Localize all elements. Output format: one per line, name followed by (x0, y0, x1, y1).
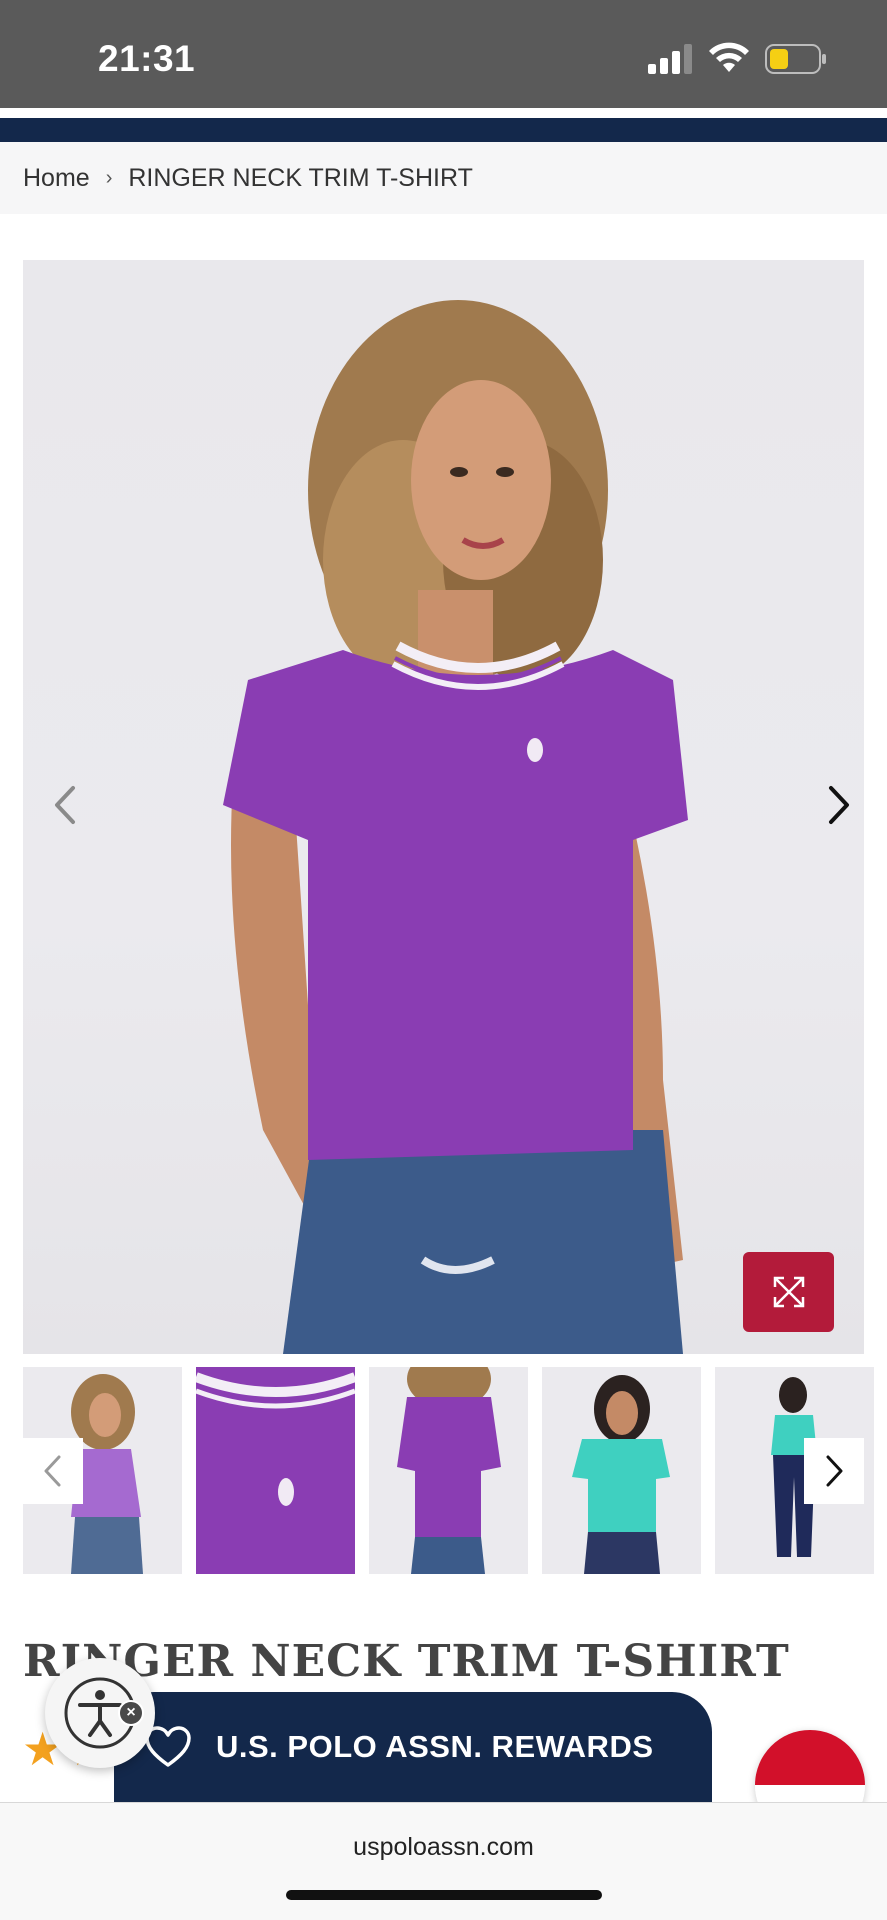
wifi-icon (709, 42, 749, 72)
thumbnail-prev-button[interactable] (23, 1438, 83, 1504)
product-main-image[interactable] (23, 260, 864, 1354)
thumbnail-strip (0, 1367, 887, 1575)
rewards-banner-button[interactable]: U.S. POLO ASSN. REWARDS (114, 1692, 712, 1802)
expand-icon (773, 1276, 804, 1308)
breadcrumb-home-link[interactable]: Home (23, 164, 90, 193)
status-bar: 21:31 (0, 0, 887, 108)
browser-address-bar[interactable]: uspoloassn.com (0, 1802, 887, 1920)
status-time: 21:31 (98, 38, 196, 79)
thumbnail-3[interactable] (369, 1367, 528, 1574)
thumbnail-2[interactable] (196, 1367, 355, 1574)
gallery-next-icon[interactable] (821, 780, 857, 830)
browser-url[interactable]: uspoloassn.com (0, 1833, 887, 1862)
expand-image-button[interactable] (743, 1252, 834, 1332)
breadcrumb: Home › RINGER NECK TRIM T-SHIRT (0, 142, 887, 214)
gallery-prev-icon[interactable] (47, 780, 83, 830)
chevron-right-icon (826, 1455, 843, 1487)
battery-low-icon (765, 44, 826, 74)
model-photo (223, 300, 688, 1354)
header-spacer (0, 108, 887, 118)
home-indicator (286, 1890, 602, 1900)
breadcrumb-current: RINGER NECK TRIM T-SHIRT (128, 163, 473, 192)
site-header-strip (0, 118, 887, 142)
rewards-label: U.S. POLO ASSN. REWARDS (216, 1729, 654, 1764)
chevron-left-icon (44, 1455, 61, 1487)
breadcrumb-separator: › (105, 166, 113, 189)
accessibility-close-icon[interactable]: × (118, 1700, 144, 1726)
thumbnail-4[interactable] (542, 1367, 701, 1574)
cellular-signal-icon (648, 44, 692, 74)
thumbnail-next-button[interactable] (804, 1438, 864, 1504)
